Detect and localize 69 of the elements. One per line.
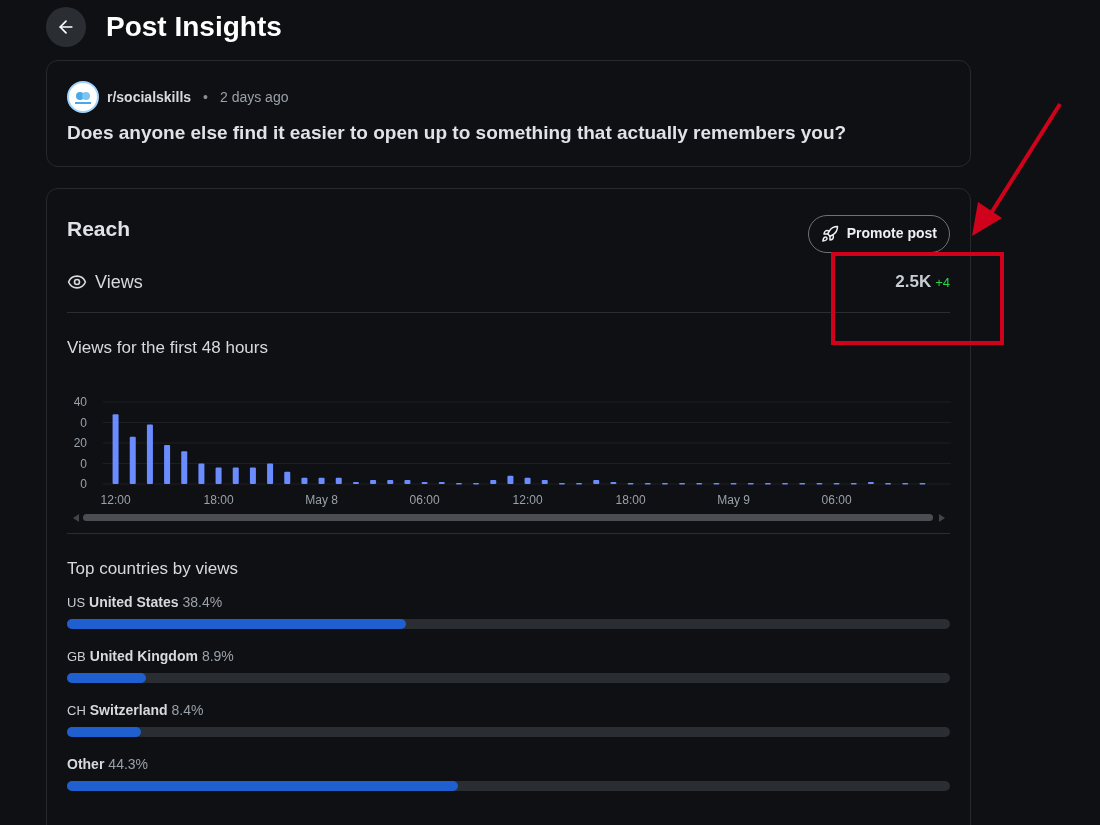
rocket-icon xyxy=(820,224,839,243)
x-tick-label: 06:00 xyxy=(409,493,440,507)
chart-bar xyxy=(507,475,514,484)
chart-bar xyxy=(318,477,325,484)
x-tick-label: 12:00 xyxy=(512,493,543,507)
metric-label: Views xyxy=(95,270,143,294)
country-share: 44.3% xyxy=(108,754,149,774)
x-tick-label: 12:00 xyxy=(100,493,131,507)
chart-bar xyxy=(181,451,188,484)
y-tick-label: 0 xyxy=(80,477,87,491)
chart-bar xyxy=(387,479,394,484)
chart-bar xyxy=(232,467,239,484)
y-tick-label: 20 xyxy=(73,436,87,450)
section-title: Reach xyxy=(67,215,131,242)
x-tick-label: 18:00 xyxy=(615,493,646,507)
chart-bar xyxy=(112,414,119,484)
scroll-left-icon[interactable] xyxy=(73,514,79,522)
chart-bar xyxy=(249,467,256,484)
metric-change: +4 xyxy=(935,274,950,293)
chart-bar xyxy=(335,477,342,484)
country-code: CH xyxy=(67,701,86,720)
chart-bar xyxy=(421,481,428,484)
eye-icon xyxy=(67,272,87,292)
x-tick-label: 06:00 xyxy=(821,493,852,507)
chart-bar xyxy=(490,479,497,484)
post-time: 2 days ago xyxy=(219,87,289,107)
country-code: US xyxy=(67,593,86,612)
country-share: 8.4% xyxy=(171,700,204,720)
y-tick-label: 0 xyxy=(80,415,87,430)
chart-bar xyxy=(301,477,308,484)
country-share: 38.4% xyxy=(182,592,223,612)
country-name: United States xyxy=(89,592,179,612)
chart-bar xyxy=(284,471,291,484)
chart-bar xyxy=(524,477,531,484)
chart-bar xyxy=(867,481,874,484)
country-code: GB xyxy=(67,647,86,666)
separator-dot: • xyxy=(202,87,209,107)
chart-bar xyxy=(164,445,171,484)
country-name: United Kingdom xyxy=(89,646,198,666)
country-share: 8.9% xyxy=(201,646,234,666)
chart-title: Views for the first 48 hours xyxy=(67,336,269,359)
community-avatar-icon xyxy=(67,81,99,113)
metric-value: 2.5K xyxy=(895,271,932,294)
chart-bar xyxy=(352,481,359,484)
chart-bar xyxy=(215,467,222,484)
chart-bar xyxy=(129,436,136,484)
back-button[interactable] xyxy=(46,6,86,47)
x-tick-label: 18:00 xyxy=(203,493,234,507)
chart-bar xyxy=(370,479,377,484)
community-link[interactable]: r/socialskills xyxy=(107,86,192,108)
countries-title: Top countries by views xyxy=(67,558,240,580)
y-tick-label: 0 xyxy=(80,456,87,471)
x-tick-label: May 9 xyxy=(717,493,750,507)
chart-bar xyxy=(198,463,205,484)
x-tick-label: May 8 xyxy=(305,493,338,507)
page-title: Post Insights xyxy=(106,9,282,44)
chart-bar xyxy=(146,424,153,484)
chart-bar xyxy=(267,463,274,484)
chart-bar xyxy=(438,481,445,484)
chart-bar xyxy=(593,479,600,484)
post-title: Does anyone else find it easier to open up to something that actually remembers you? xyxy=(67,121,848,145)
scrollbar-thumb[interactable] xyxy=(83,514,933,521)
y-tick-label: 40 xyxy=(73,395,87,409)
country-name: Other xyxy=(67,754,105,774)
chart-bar xyxy=(610,481,617,484)
chart-bar xyxy=(541,479,548,484)
scroll-right-icon[interactable] xyxy=(939,514,945,522)
chart-bar xyxy=(404,479,411,484)
country-name: Switzerland xyxy=(89,700,168,720)
